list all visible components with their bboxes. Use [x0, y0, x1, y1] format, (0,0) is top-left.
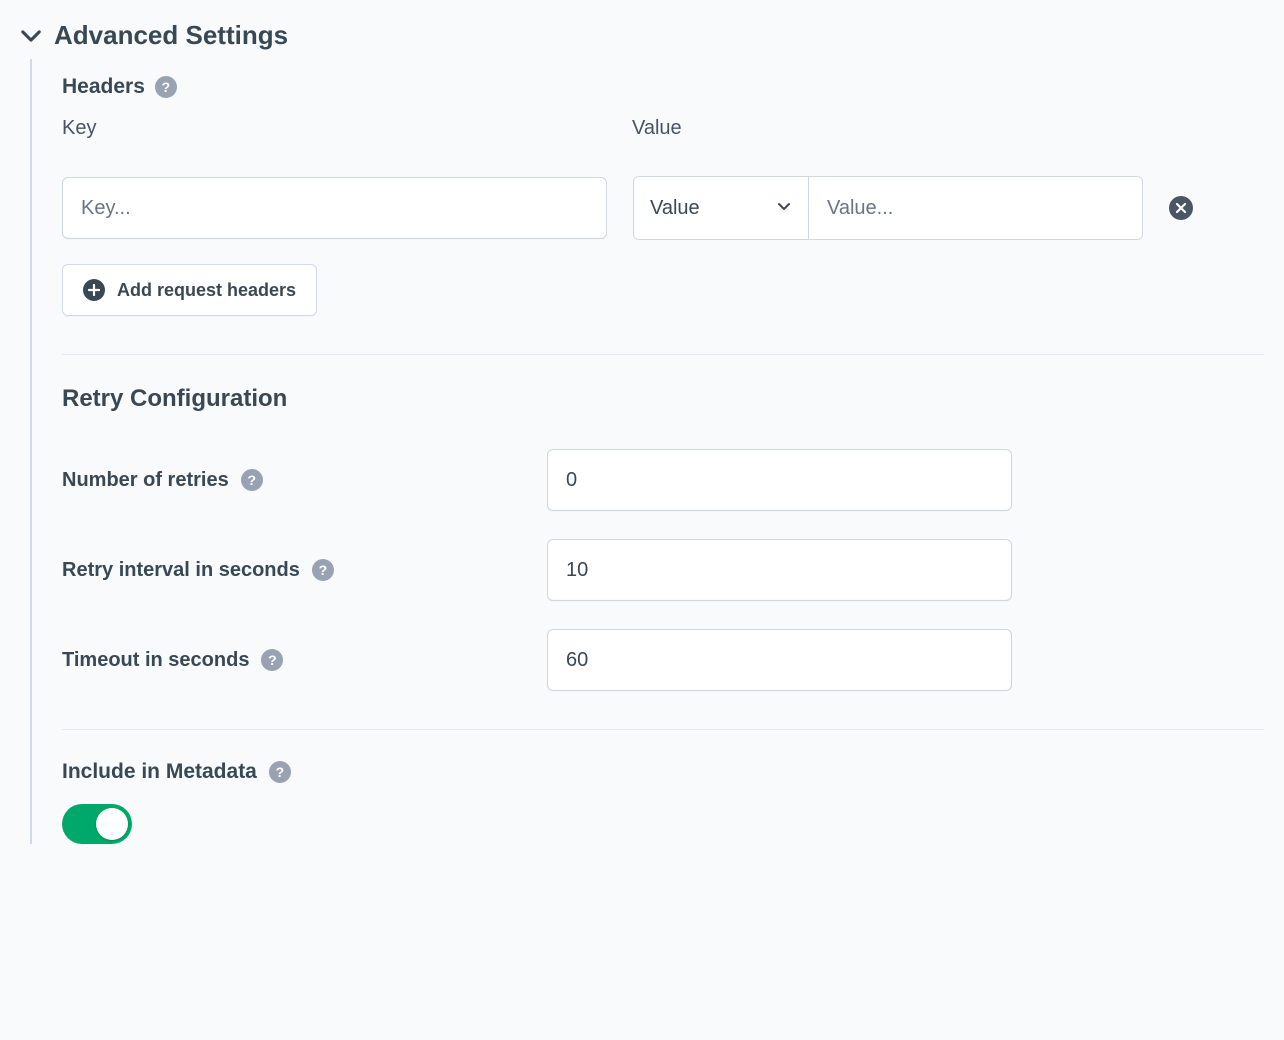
header-value-type-selected: Value [650, 197, 700, 220]
key-column-label: Key [62, 117, 632, 140]
add-headers-button[interactable]: Add request headers [62, 264, 317, 316]
timeout-label: Timeout in seconds [62, 649, 249, 672]
value-column-label: Value [632, 117, 1264, 140]
chevron-down-icon [20, 25, 42, 47]
num-retries-label: Number of retries [62, 469, 229, 492]
toggle-knob [96, 808, 128, 840]
headers-title: Headers [62, 75, 145, 99]
help-icon[interactable]: ? [269, 761, 291, 783]
accordion-toggle[interactable]: Advanced Settings [20, 20, 1264, 59]
retry-title: Retry Configuration [62, 385, 1264, 413]
header-key-input[interactable] [62, 177, 607, 239]
header-value-input[interactable] [809, 177, 1142, 239]
retry-interval-label: Retry interval in seconds [62, 559, 300, 582]
help-icon[interactable]: ? [241, 469, 263, 491]
header-row: Value [62, 176, 1264, 240]
header-value-group: Value [633, 176, 1143, 240]
timeout-input[interactable] [547, 629, 1012, 691]
divider [62, 729, 1264, 730]
help-icon[interactable]: ? [261, 649, 283, 671]
num-retries-input[interactable] [547, 449, 1012, 511]
retry-interval-input[interactable] [547, 539, 1012, 601]
close-icon [1175, 202, 1187, 214]
help-icon[interactable]: ? [312, 559, 334, 581]
accordion-title: Advanced Settings [54, 20, 288, 51]
include-metadata-toggle[interactable] [62, 804, 132, 844]
divider [62, 354, 1264, 355]
include-metadata-label: Include in Metadata [62, 760, 257, 784]
chevron-down-icon [776, 197, 792, 220]
accordion-content: Headers ? Key Value Value Add request he [30, 59, 1264, 844]
header-value-type-select[interactable]: Value [634, 177, 809, 239]
plus-circle-icon [83, 279, 105, 301]
help-icon[interactable]: ? [155, 76, 177, 98]
add-headers-label: Add request headers [117, 280, 296, 301]
remove-header-button[interactable] [1169, 196, 1193, 220]
